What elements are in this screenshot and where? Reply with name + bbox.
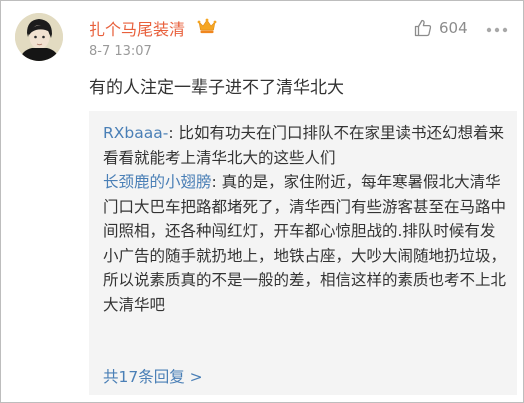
vip-crown-icon	[197, 17, 217, 35]
reply-box: RXbaaa-: 比如有功夫在门口排队不在家里读书还幻想着来看看就能考上清华北大…	[89, 111, 517, 395]
avatar[interactable]	[15, 13, 63, 61]
reply-separator: :	[168, 124, 179, 142]
reply-item: RXbaaa-: 比如有功夫在门口排队不在家里读书还幻想着来看看就能考上清华北大…	[103, 121, 507, 170]
like-button[interactable]: 604	[413, 18, 468, 38]
comment-card: 扎个马尾装清 8-7 13:07 604 有的人注定一辈子进不了清华北大 RXb…	[0, 0, 524, 403]
comment-timestamp: 8-7 13:07	[89, 44, 152, 59]
reply-text: 真的是，家住附近，每年寒暑假北大清华门口大巴车把路都堵死了，清华西门有些游客甚至…	[103, 173, 507, 314]
reply-list: RXbaaa-: 比如有功夫在门口排队不在家里读书还幻想着来看看就能考上清华北大…	[103, 121, 507, 317]
reply-item: 长颈鹿的小翅膀: 真的是，家住附近，每年寒暑假北大清华门口大巴车把路都堵死了，清…	[103, 170, 507, 317]
thumbs-up-icon	[414, 19, 432, 37]
reply-author[interactable]: 长颈鹿的小翅膀	[103, 173, 212, 191]
reply-separator: :	[211, 173, 222, 191]
like-count: 604	[439, 19, 468, 37]
reply-author[interactable]: RXbaaa-	[103, 124, 168, 142]
avatar-image	[15, 13, 63, 61]
username[interactable]: 扎个马尾装清	[89, 16, 185, 40]
more-replies-link[interactable]: 共17条回复 >	[103, 365, 203, 387]
more-dots-icon[interactable]	[485, 21, 509, 33]
comment-text: 有的人注定一辈子进不了清华北大	[89, 78, 344, 98]
